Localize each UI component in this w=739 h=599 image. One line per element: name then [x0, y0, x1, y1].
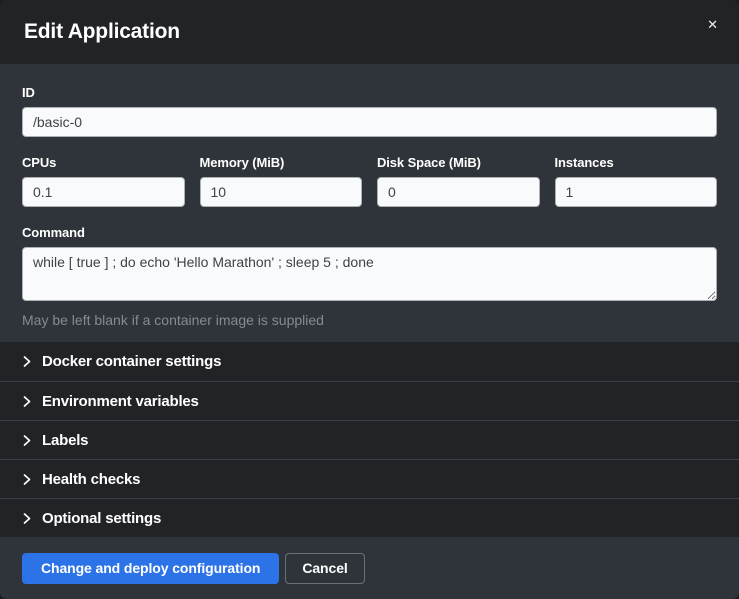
disk-space-field-group: Disk Space (MiB) [377, 155, 540, 207]
instances-field-group: Instances [555, 155, 718, 207]
section-docker-container-settings[interactable]: Docker container settings [0, 342, 739, 381]
id-label: ID [22, 85, 717, 100]
memory-field-group: Memory (MiB) [200, 155, 363, 207]
cpus-field-group: CPUs [22, 155, 185, 207]
chevron-right-icon [22, 473, 32, 486]
modal-title: Edit Application [24, 20, 180, 44]
command-help-text: May be left blank if a container image i… [22, 312, 717, 328]
close-icon[interactable]: ✕ [705, 16, 720, 33]
command-textarea[interactable]: while [ true ] ; do echo 'Hello Marathon… [22, 247, 717, 301]
modal-header: Edit Application ✕ [0, 0, 739, 64]
cpus-label: CPUs [22, 155, 185, 170]
chevron-right-icon [22, 512, 32, 525]
section-optional-settings[interactable]: Optional settings [0, 498, 739, 537]
disk-space-label: Disk Space (MiB) [377, 155, 540, 170]
command-field-group: Command while [ true ] ; do echo 'Hello … [22, 225, 717, 328]
cpus-input[interactable] [22, 177, 185, 207]
id-field-group: ID [22, 85, 717, 137]
id-input[interactable] [22, 107, 717, 137]
section-label: Environment variables [42, 393, 199, 410]
edit-application-modal: Edit Application ✕ ID CPUs Memory (MiB) … [0, 0, 739, 599]
section-health-checks[interactable]: Health checks [0, 459, 739, 498]
instances-input[interactable] [555, 177, 718, 207]
memory-input[interactable] [200, 177, 363, 207]
section-label: Optional settings [42, 510, 161, 527]
modal-footer: Change and deploy configuration Cancel [0, 537, 739, 599]
chevron-right-icon [22, 355, 32, 368]
resource-fields-row: CPUs Memory (MiB) Disk Space (MiB) Insta… [22, 155, 717, 207]
cancel-button[interactable]: Cancel [285, 553, 364, 584]
collapsible-sections: Docker container settings Environment va… [0, 342, 739, 537]
chevron-right-icon [22, 434, 32, 447]
edit-application-form: ID CPUs Memory (MiB) Disk Space (MiB) In… [0, 64, 739, 342]
section-environment-variables[interactable]: Environment variables [0, 381, 739, 420]
section-label: Docker container settings [42, 353, 221, 370]
section-labels[interactable]: Labels [0, 420, 739, 459]
change-and-deploy-button[interactable]: Change and deploy configuration [22, 553, 279, 584]
memory-label: Memory (MiB) [200, 155, 363, 170]
section-label: Health checks [42, 471, 140, 488]
command-label: Command [22, 225, 717, 240]
chevron-right-icon [22, 395, 32, 408]
disk-space-input[interactable] [377, 177, 540, 207]
section-label: Labels [42, 432, 88, 449]
instances-label: Instances [555, 155, 718, 170]
